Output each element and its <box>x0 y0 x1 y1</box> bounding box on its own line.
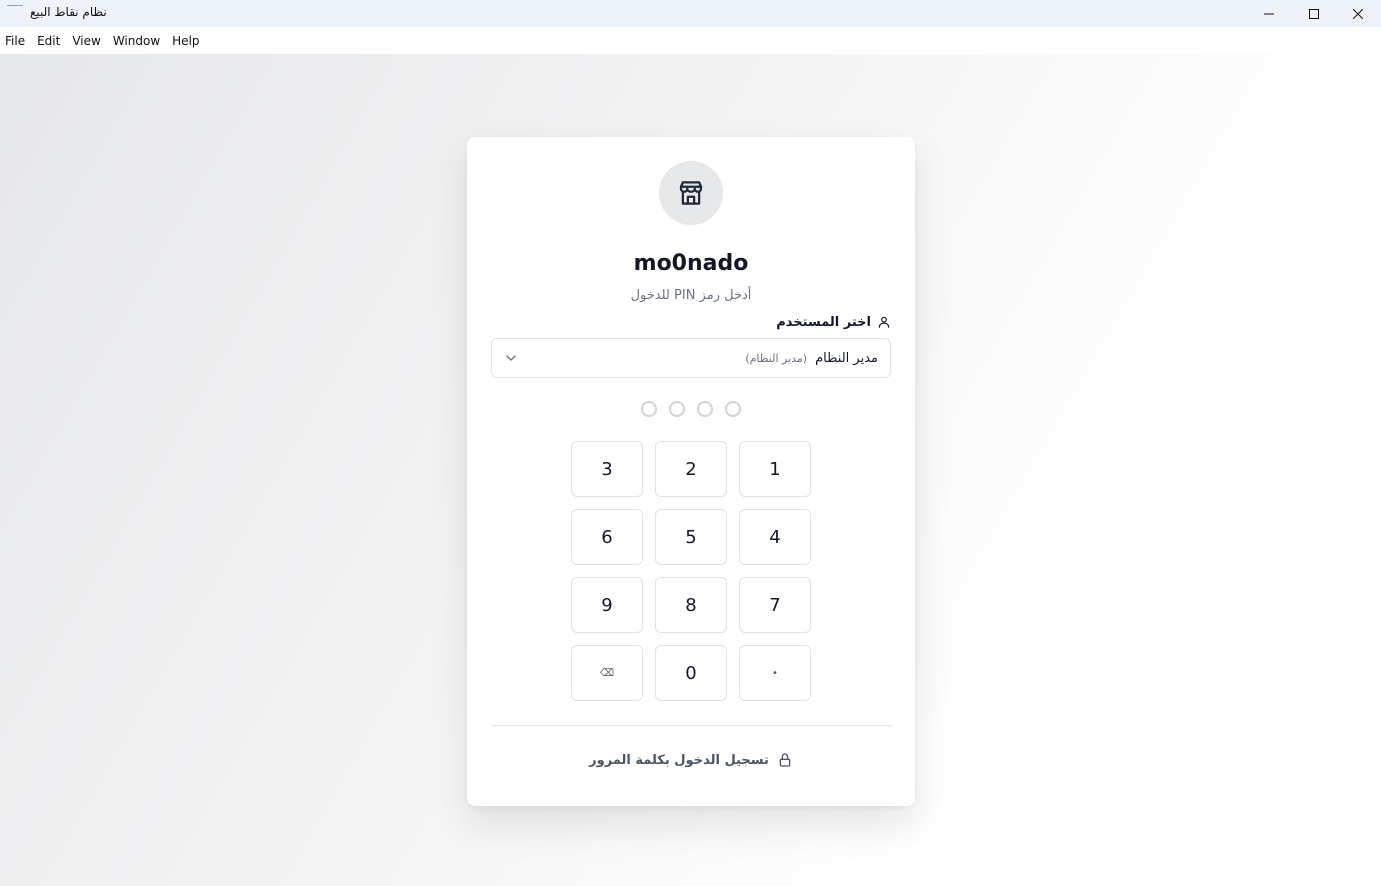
pin-dot <box>725 401 741 417</box>
key-3[interactable]: 3 <box>571 441 643 497</box>
user-select-label: اختر المستخدم <box>776 313 891 331</box>
store-icon <box>679 181 703 205</box>
pin-dot <box>641 401 657 417</box>
password-login-label: تسجيل الدخول بكلمة المرور <box>589 752 769 768</box>
password-login-button[interactable]: تسجيل الدخول بكلمة المرور <box>467 752 915 768</box>
minimize-button[interactable] <box>1246 0 1292 27</box>
menu-file[interactable]: File <box>5 34 25 48</box>
key-1[interactable]: 1 <box>739 441 811 497</box>
key-8[interactable]: 8 <box>655 577 727 633</box>
lock-icon <box>779 753 791 767</box>
title-bar: نظام نقاط البيع <box>0 0 1381 27</box>
menu-window[interactable]: Window <box>113 34 160 48</box>
key-9[interactable]: 9 <box>571 577 643 633</box>
user-icon <box>878 316 890 328</box>
user-label-text: اختر المستخدم <box>776 314 871 330</box>
pin-dot <box>697 401 713 417</box>
brand-name: mo0nado <box>633 251 749 276</box>
divider <box>491 725 891 726</box>
key-4[interactable]: 4 <box>739 509 811 565</box>
close-button[interactable] <box>1335 0 1381 27</box>
key-5[interactable]: 5 <box>655 509 727 565</box>
chevron-down-icon <box>506 355 516 361</box>
menu-bar: File Edit View Window Help <box>0 27 1381 54</box>
user-select[interactable]: مدير النظام (مدير النظام) <box>491 338 891 378</box>
maximize-icon <box>1309 8 1319 19</box>
login-subtitle: أدخل رمز PIN للدخول <box>630 288 752 303</box>
menu-edit[interactable]: Edit <box>37 34 60 48</box>
selected-user: مدير النظام <box>815 350 878 366</box>
key-6[interactable]: 6 <box>571 509 643 565</box>
key-2[interactable]: 2 <box>655 441 727 497</box>
pin-indicator <box>467 401 915 417</box>
login-card: mo0nado أدخل رمز PIN للدخول اختر المستخد… <box>467 137 915 806</box>
menu-view[interactable]: View <box>72 34 100 48</box>
backspace-key[interactable]: ⌫ <box>571 645 643 701</box>
app-icon <box>7 5 23 7</box>
login-background: mo0nado أدخل رمز PIN للدخول اختر المستخد… <box>0 54 1381 886</box>
maximize-button[interactable] <box>1291 0 1337 27</box>
key-7[interactable]: 7 <box>739 577 811 633</box>
menu-help[interactable]: Help <box>172 34 199 48</box>
selected-user-role: (مدير النظام) <box>745 351 808 365</box>
minimize-icon <box>1264 13 1274 14</box>
logo <box>659 161 723 225</box>
close-icon <box>1353 8 1363 19</box>
key-0[interactable]: 0 <box>655 645 727 701</box>
window-title: نظام نقاط البيع <box>30 5 107 19</box>
pin-dot <box>669 401 685 417</box>
clear-key[interactable]: • <box>739 645 811 701</box>
